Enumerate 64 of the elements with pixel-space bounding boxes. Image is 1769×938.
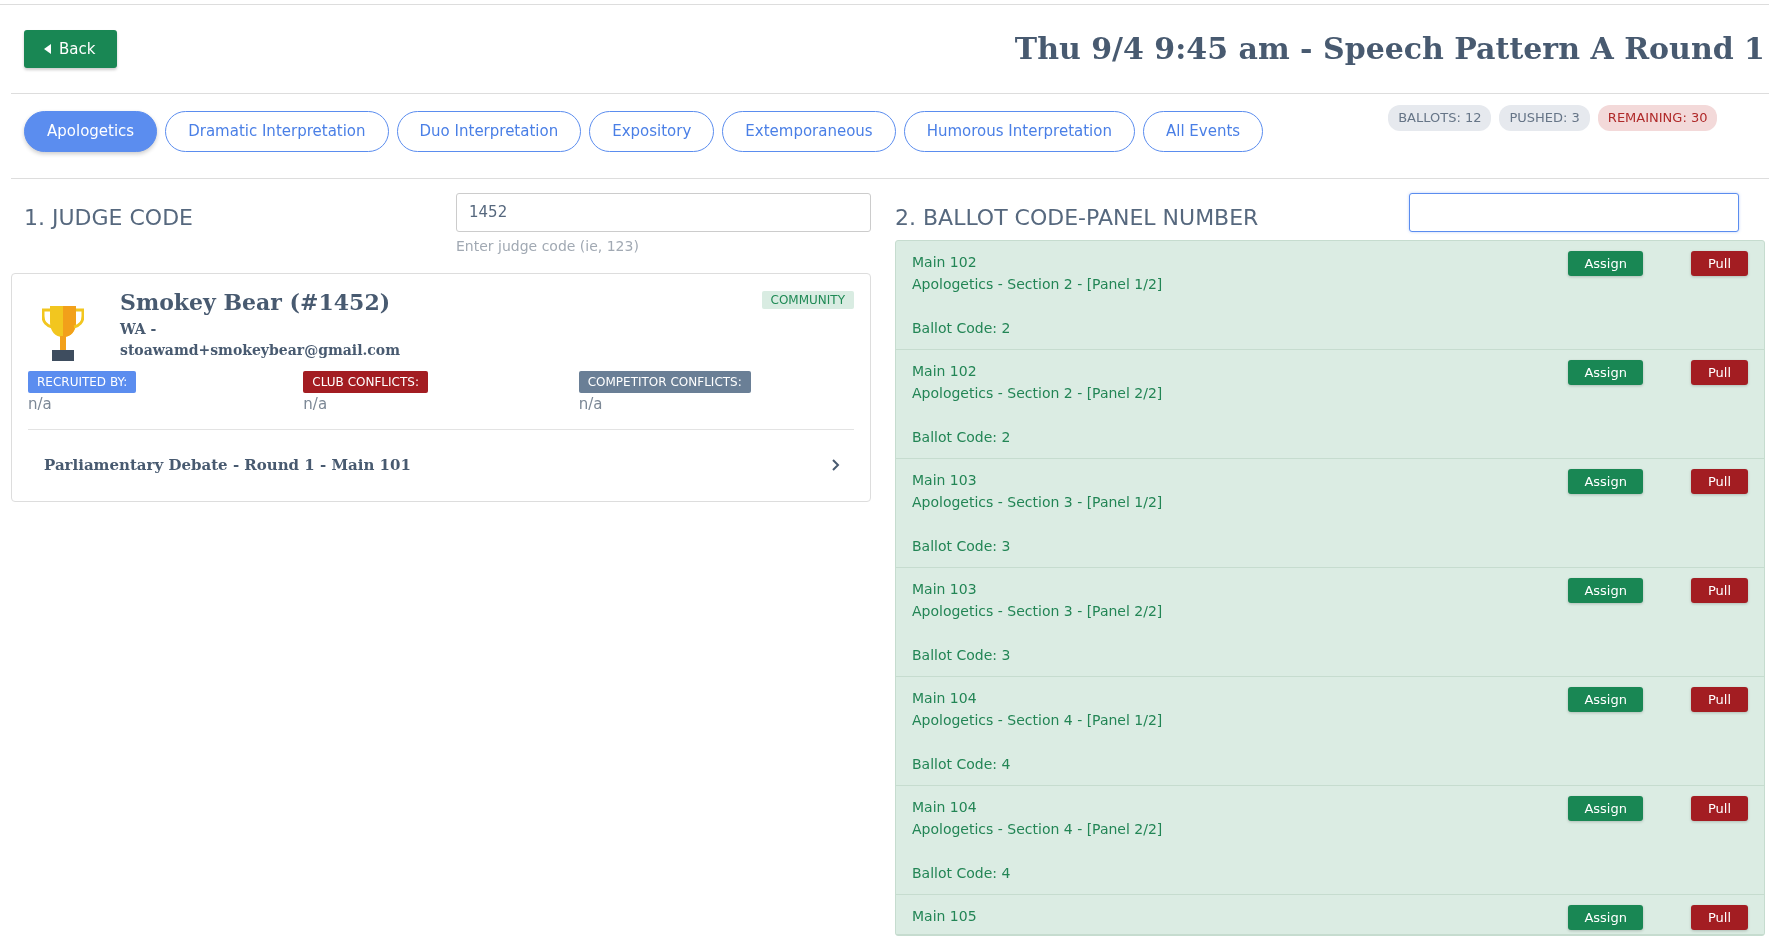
ballot-code: Ballot Code: 2 [912, 427, 1012, 447]
assign-button[interactable]: Assign [1568, 359, 1643, 385]
back-button[interactable]: Back [24, 29, 118, 69]
section-heading: 1. JUDGE CODE [24, 204, 193, 231]
assign-button[interactable]: Assign [1568, 577, 1643, 603]
judge-email: stoawamd+smokeybear@gmail.com [120, 340, 401, 360]
assign-button[interactable]: Assign [1568, 468, 1643, 494]
judge-name: Smokey Bear (#1452) [120, 287, 392, 317]
pull-button[interactable]: Pull [1690, 795, 1748, 821]
room-name: Main 104 [912, 797, 978, 817]
assign-button[interactable]: Assign [1568, 904, 1643, 930]
event-section: Apologetics - Section 3 - [Panel 1/2] [912, 490, 1163, 513]
field-value: n/a [578, 393, 604, 415]
count-pill: BALLOTS: 12 [1388, 105, 1492, 131]
pull-button[interactable]: Pull [1690, 904, 1748, 930]
room-name: Main 103 [912, 470, 978, 490]
room-name: Main 103 [912, 579, 978, 599]
pull-button[interactable]: Pull [1690, 686, 1748, 712]
field-value: n/a [303, 393, 329, 415]
ballot-code: Ballot Code: 3 [912, 536, 1012, 556]
trophy-icon [42, 305, 84, 362]
assignment-row[interactable]: Parliamentary Debate - Round 1 - Main 101 [28, 429, 854, 501]
caret-left-icon [44, 44, 51, 54]
event-tab[interactable]: Dramatic Interpretation [165, 111, 389, 152]
event-section: Apologetics - Section 3 - [Panel 2/2] [912, 599, 1163, 622]
judge-state: WA - [120, 319, 158, 339]
event-section: Apologetics - Section 4 - [Panel 1/2] [912, 708, 1163, 731]
event-tab[interactable]: All Events [1142, 111, 1264, 152]
field-label: COMPETITOR CONFLICTS: [578, 370, 751, 393]
pull-button[interactable]: Pull [1690, 359, 1748, 385]
ballot-code: Ballot Code: 2 [912, 318, 1012, 338]
event-section: Apologetics - Section 4 - [Panel 2/2] [912, 817, 1163, 840]
pull-button[interactable]: Pull [1690, 250, 1748, 276]
room-name: Main 102 [912, 252, 978, 272]
judge-type-tag: COMMUNITY [761, 290, 854, 309]
event-section: Apologetics - Section 2 - [Panel 2/2] [912, 381, 1163, 404]
pull-button[interactable]: Pull [1690, 468, 1748, 494]
chevron-right-icon [832, 459, 840, 472]
assign-button[interactable]: Assign [1568, 686, 1643, 712]
help-text: Enter judge code (ie, 123) [456, 236, 640, 256]
ballot-code: Ballot Code: 4 [912, 754, 1012, 774]
page-title: Thu 9/4 9:45 am - Speech Pattern A Round 1 [1014, 31, 1765, 67]
event-tab[interactable]: Extemporaneous [722, 111, 896, 152]
room-name: Main 102 [912, 361, 978, 381]
judge-code-field[interactable]: 1452 [456, 192, 871, 232]
field-label: CLUB CONFLICTS: [303, 370, 428, 393]
event-section: Apologetics - Section 2 - [Panel 1/2] [912, 272, 1163, 295]
event-tab[interactable]: Expository [589, 111, 715, 152]
room-name: Main 105 [912, 906, 977, 926]
ballot-code: Ballot Code: 4 [912, 863, 1012, 883]
section-heading: 2. BALLOT CODE-PANEL NUMBER [895, 204, 1259, 231]
pull-button[interactable]: Pull [1690, 577, 1748, 603]
ballot-code-field[interactable] [1409, 192, 1739, 232]
count-pill: PUSHED: 3 [1499, 105, 1590, 131]
count-pill: REMAINING: 30 [1597, 105, 1718, 131]
assign-button[interactable]: Assign [1568, 250, 1643, 276]
event-tab[interactable]: Humorous Interpretation [903, 111, 1135, 152]
event-tab[interactable]: Apologetics [24, 111, 158, 152]
room-name: Main 104 [912, 688, 978, 708]
assign-button[interactable]: Assign [1568, 795, 1643, 821]
field-label: RECRUITED BY: [28, 370, 137, 393]
ballot-code: Ballot Code: 3 [912, 645, 1012, 665]
event-tab[interactable]: Duo Interpretation [396, 111, 582, 152]
field-value: n/a [28, 393, 53, 415]
